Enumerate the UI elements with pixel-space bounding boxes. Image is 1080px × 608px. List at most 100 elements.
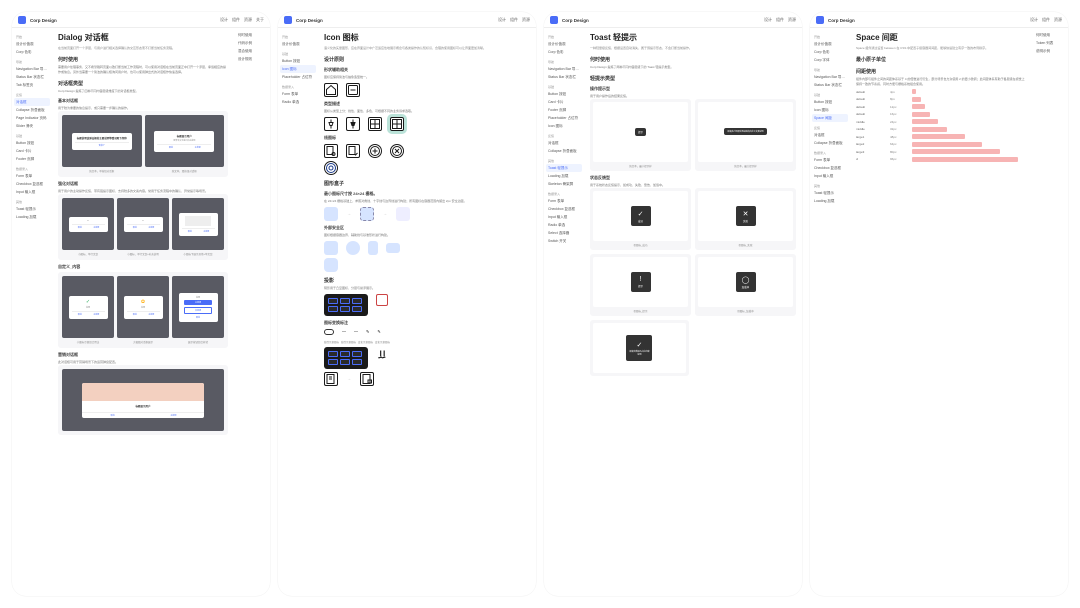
sidebar-item[interactable]: Button 按钮 — [14, 139, 50, 147]
nav-link[interactable]: 关于 — [256, 17, 264, 23]
sidebar-item[interactable]: 设计价值观 — [546, 40, 582, 48]
rect-icon — [324, 329, 334, 335]
sidebar-item[interactable]: Collapse 折叠面板 — [546, 147, 582, 155]
nav-link[interactable]: 设计 — [1030, 17, 1038, 23]
sidebar-item[interactable]: Toast 轻提示 — [14, 205, 50, 213]
sidebar-item[interactable]: Form 表单 — [280, 90, 316, 98]
sidebar-item[interactable]: Input 输入框 — [812, 172, 848, 180]
sidebar-item[interactable]: Button 按钮 — [280, 57, 316, 65]
sidebar-item[interactable]: Footer 页脚 — [546, 106, 582, 114]
nav-link[interactable]: 资源 — [1054, 17, 1062, 23]
sidebar-item[interactable]: Corp 色彩 — [546, 48, 582, 56]
sidebar-item[interactable]: Button 按钮 — [546, 90, 582, 98]
sidebar-item[interactable]: Collapse 折叠面板 — [14, 106, 50, 114]
nav-link[interactable]: 资源 — [244, 17, 252, 23]
toc-item[interactable]: 何时使用 — [1034, 31, 1066, 39]
sidebar-item-active[interactable]: Toast 轻提示 — [546, 164, 582, 172]
sidebar-item-active[interactable]: 对话框 — [14, 98, 50, 106]
nav-link[interactable]: 设计 — [764, 17, 772, 23]
sidebar-item[interactable]: Input 输入框 — [14, 188, 50, 196]
nav-link[interactable]: 组件 — [510, 17, 518, 23]
close-circle-icon — [390, 144, 404, 158]
token-row: xl96px — [856, 157, 1026, 162]
sidebar-item[interactable]: 设计价值观 — [280, 40, 316, 48]
modal-ok-button[interactable]: 主按钮 — [184, 145, 211, 150]
toc-item[interactable]: 混合使用 — [236, 47, 268, 55]
token-row: middle32px — [856, 127, 1026, 132]
grid-box-icon — [396, 207, 410, 221]
toc-item[interactable]: Token 列表 — [1034, 39, 1066, 47]
nav-link[interactable]: 设计 — [498, 17, 506, 23]
sidebar-item[interactable]: Toast 轻提示 — [812, 189, 848, 197]
sidebar-left[interactable]: 开始 设计价值观 Corp 色彩 导航 Navigation Bar 导航栏 S… — [544, 28, 584, 596]
sidebar-item[interactable]: Skeleton 骨架屏 — [546, 180, 582, 188]
sidebar-item[interactable]: Input 输入框 — [546, 213, 582, 221]
sidebar-item[interactable]: Tab 标签页 — [14, 81, 50, 89]
sidebar-item[interactable]: Corp 色彩 — [14, 48, 50, 56]
sidebar-item[interactable]: Form 表单 — [546, 197, 582, 205]
nav-link[interactable]: 资源 — [522, 17, 530, 23]
sidebar-item[interactable]: 设计价值观 — [14, 40, 50, 48]
sub-title: 形状辅助相关 — [324, 67, 530, 73]
sidebar-item[interactable]: Icon 图标 — [546, 122, 582, 130]
close-icon: ✕ — [743, 210, 749, 218]
page-desc: 一种轻量级反馈，根据设置自动消失，属于弱提示形态，不会打断当前操作。 — [590, 46, 796, 51]
sidebar-left[interactable]: 开始 设计价值观 Corp 色彩 导航 Navigation Bar 导航栏 S… — [12, 28, 52, 596]
sidebar-item[interactable]: Collapse 折叠面板 — [812, 139, 848, 147]
sidebar-item[interactable]: Loading 加载 — [812, 197, 848, 205]
sidebar-item[interactable]: Loading 加载 — [546, 172, 582, 180]
toc[interactable]: 何时使用 代码示例 混合使用 设计规则 — [234, 28, 270, 596]
nav-link[interactable]: 组件 — [1042, 17, 1050, 23]
sidebar-item[interactable]: Icon 图标 — [812, 106, 848, 114]
sidebar-item[interactable]: Form 表单 — [812, 156, 848, 164]
sidebar-item[interactable]: Slider 滑块 — [14, 122, 50, 130]
nav-link[interactable]: 资源 — [788, 17, 796, 23]
sidebar-item[interactable]: Placeholder 占位符 — [280, 73, 316, 81]
icon-example-row — [324, 83, 530, 97]
nav-link[interactable]: 设计 — [220, 17, 228, 23]
header-nav[interactable]: 设计 组件 资源 关于 — [220, 17, 264, 23]
sidebar-item[interactable]: Navigation Bar 导航栏 — [812, 73, 848, 81]
toc-item[interactable]: 设计规则 — [236, 55, 268, 63]
sidebar-item[interactable]: Corp 字体 — [812, 56, 848, 64]
nav-link[interactable]: 组件 — [776, 17, 784, 23]
sidebar-item[interactable]: Form 表单 — [14, 172, 50, 180]
toc[interactable]: 何时使用 Token 列表 说明示例 — [1032, 28, 1068, 596]
sidebar-item[interactable]: Placeholder 占位符 — [546, 114, 582, 122]
sidebar-item-active[interactable]: Space 间距 — [812, 114, 848, 122]
sidebar-item[interactable]: Status Bar 状态栏 — [546, 73, 582, 81]
sidebar-item[interactable]: Button 按钮 — [812, 98, 848, 106]
nav-link[interactable]: 组件 — [232, 17, 240, 23]
sidebar-left[interactable]: 开始 设计价值观 基础 Button 按钮 Icon 图标 Placeholde… — [278, 28, 318, 596]
sidebar-item[interactable]: Status Bar 状态栏 — [812, 81, 848, 89]
sidebar-item[interactable]: Navigation Bar 导航栏 — [14, 65, 50, 73]
sidebar-item[interactable]: Checkbox 复选框 — [14, 180, 50, 188]
sidebar-item[interactable]: 对话框 — [546, 139, 582, 147]
wave-icon: 〰 — [342, 329, 346, 335]
sidebar-item[interactable]: Radio 单选 — [280, 98, 316, 106]
sidebar-item[interactable]: Loading 加载 — [14, 213, 50, 221]
sidebar-item[interactable]: Radio 单选 — [546, 221, 582, 229]
modal-ok-button[interactable]: 知道了 — [75, 143, 129, 148]
sidebar-item[interactable]: Footer 页脚 — [14, 155, 50, 163]
sidebar-item[interactable]: Status Bar 状态栏 — [14, 73, 50, 81]
toc-item[interactable]: 说明示例 — [1034, 47, 1066, 55]
sidebar-item[interactable]: Checkbox 复选框 — [546, 205, 582, 213]
plus-circle-icon — [368, 144, 382, 158]
sidebar-item[interactable]: Navigation Bar 导航栏 — [546, 65, 582, 73]
sidebar-item[interactable]: Select 选择器 — [546, 229, 582, 237]
sidebar-item[interactable]: Card 卡片 — [546, 98, 582, 106]
sidebar-item[interactable]: Checkbox 复选框 — [812, 164, 848, 172]
sidebar-item[interactable]: 设计价值观 — [812, 40, 848, 48]
sidebar-left[interactable]: 开始 设计价值观 Corp 色彩 Corp 字体 导航 Navigation B… — [810, 28, 850, 596]
sidebar-item[interactable]: Corp 色彩 — [812, 48, 848, 56]
sidebar-item-active[interactable]: Icon 图标 — [280, 65, 316, 73]
sub-title: 营销对话框 — [58, 352, 228, 358]
modal-cancel-button[interactable]: 取消 — [157, 145, 184, 150]
toc-item[interactable]: 何时使用 — [236, 31, 268, 39]
sidebar-item[interactable]: Card 卡片 — [14, 147, 50, 155]
sidebar-item[interactable]: Page Indicator 页码 — [14, 114, 50, 122]
sidebar-item[interactable]: Switch 开关 — [546, 237, 582, 245]
sidebar-item[interactable]: 对话框 — [812, 131, 848, 139]
toc-item[interactable]: 代码示例 — [236, 39, 268, 47]
